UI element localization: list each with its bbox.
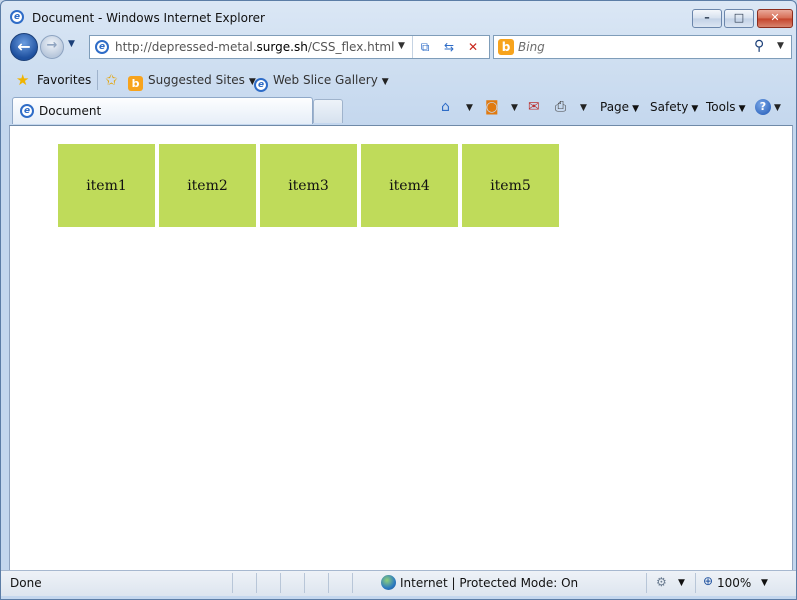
maximize-icon: □ bbox=[733, 11, 745, 24]
ie-logo-icon: e bbox=[10, 10, 24, 24]
protected-mode-icon[interactable]: ⚙ bbox=[656, 575, 667, 589]
address-dropdown-icon[interactable]: ▼ bbox=[398, 41, 405, 51]
internet-zone-icon bbox=[381, 575, 396, 590]
refresh-icon[interactable]: ⇆ bbox=[440, 39, 458, 55]
close-icon: ✕ bbox=[770, 11, 780, 24]
chevron-down-icon: ▼ bbox=[381, 77, 389, 87]
url-prefix: http://depressed-metal. bbox=[115, 40, 257, 54]
minimize-button[interactable]: – bbox=[692, 9, 722, 28]
zoom-level[interactable]: 100% bbox=[717, 576, 751, 590]
chevron-down-icon: ▼ bbox=[632, 104, 639, 114]
favorites-star-icon[interactable]: ★ bbox=[16, 71, 29, 89]
help-dropdown-icon[interactable]: ▼ bbox=[774, 103, 781, 113]
zoom-dropdown-icon[interactable]: ▼ bbox=[761, 578, 768, 588]
status-divider bbox=[232, 573, 233, 593]
suggested-sites-icon: b bbox=[128, 76, 143, 91]
search-magnifier-icon[interactable]: ⚲ bbox=[754, 38, 764, 54]
browser-window: e Document - Windows Internet Explorer –… bbox=[0, 0, 797, 600]
flex-item: item5 bbox=[462, 144, 559, 227]
status-divider bbox=[695, 573, 696, 593]
safety-menu-label: Safety bbox=[650, 100, 689, 114]
status-divider bbox=[304, 573, 305, 593]
stop-icon[interactable]: ✕ bbox=[464, 39, 482, 55]
status-divider bbox=[328, 573, 329, 593]
flex-item: item2 bbox=[159, 144, 256, 227]
back-arrow-icon: ← bbox=[17, 37, 31, 56]
url-domain: surge.sh bbox=[256, 40, 308, 54]
web-slice-gallery-button[interactable]: e Web Slice Gallery ▼ bbox=[254, 73, 389, 92]
search-options-dropdown-icon[interactable]: ▼ bbox=[777, 41, 784, 51]
print-dropdown-icon[interactable]: ▼ bbox=[580, 103, 587, 113]
back-button[interactable]: ← bbox=[10, 33, 38, 61]
safety-menu[interactable]: Safety ▼ bbox=[650, 100, 698, 114]
new-tab-button[interactable] bbox=[313, 99, 343, 123]
home-dropdown-icon[interactable]: ▼ bbox=[466, 103, 473, 113]
favorites-button[interactable]: Favorites bbox=[37, 73, 91, 87]
status-divider bbox=[256, 573, 257, 593]
web-slice-icon: e bbox=[254, 78, 268, 92]
compatibility-view-icon[interactable]: ⧉ bbox=[416, 39, 434, 55]
zoom-icon[interactable]: ⊕ bbox=[703, 574, 713, 588]
help-icon[interactable]: ? bbox=[755, 99, 771, 115]
add-to-favorites-bar-icon[interactable]: ✩ bbox=[105, 71, 118, 89]
suggested-sites-button[interactable]: b Suggested Sites ▼ bbox=[128, 73, 256, 91]
page-icon: e bbox=[95, 40, 109, 54]
tools-menu-label: Tools bbox=[706, 100, 736, 114]
page-menu[interactable]: Page ▼ bbox=[600, 100, 639, 114]
security-zone-text[interactable]: Internet | Protected Mode: On bbox=[400, 576, 578, 590]
flex-item: item1 bbox=[58, 144, 155, 227]
read-mail-icon[interactable]: ✉ bbox=[528, 99, 540, 115]
recent-pages-dropdown-icon[interactable]: ▼ bbox=[68, 39, 75, 49]
status-bar: Done Internet | Protected Mode: On ⚙ ▼ ⊕… bbox=[1, 570, 796, 596]
chevron-down-icon[interactable]: ▼ bbox=[678, 578, 685, 588]
title-bar: e Document - Windows Internet Explorer –… bbox=[1, 1, 796, 31]
address-url[interactable]: http://depressed-metal.surge.sh/CSS_flex… bbox=[115, 40, 394, 54]
favorites-bar: ★ Favorites ✩ b Suggested Sites ▼ e Web Sli… bbox=[1, 65, 796, 95]
status-text: Done bbox=[10, 576, 42, 590]
tools-menu[interactable]: Tools ▼ bbox=[706, 100, 745, 114]
tab-title: Document bbox=[39, 104, 102, 118]
tab-page-icon: e bbox=[20, 104, 34, 118]
status-divider bbox=[646, 573, 647, 593]
search-box[interactable]: b Bing ⚲ ▼ bbox=[493, 35, 792, 59]
forward-arrow-icon: → bbox=[46, 38, 58, 53]
chevron-down-icon: ▼ bbox=[738, 104, 746, 114]
window-title: Document - Windows Internet Explorer bbox=[32, 11, 265, 25]
page-menu-label: Page bbox=[600, 100, 630, 114]
bing-logo-icon: b bbox=[498, 39, 514, 55]
feeds-dropdown-icon[interactable]: ▼ bbox=[511, 103, 518, 113]
address-bar[interactable]: e http://depressed-metal.surge.sh/CSS_fl… bbox=[89, 35, 490, 59]
flex-item: item4 bbox=[361, 144, 458, 227]
flex-container: item1 item2 item3 item4 item5 bbox=[58, 144, 563, 227]
search-input[interactable]: Bing bbox=[518, 40, 545, 54]
page-content: item1 item2 item3 item4 item5 bbox=[9, 125, 793, 571]
suggested-sites-label: Suggested Sites bbox=[148, 73, 245, 87]
web-slice-gallery-label: Web Slice Gallery bbox=[273, 73, 378, 87]
close-button[interactable]: ✕ bbox=[757, 9, 793, 28]
favorites-divider bbox=[97, 70, 98, 90]
address-divider bbox=[412, 36, 413, 58]
status-divider bbox=[352, 573, 353, 593]
status-divider bbox=[280, 573, 281, 593]
flex-item: item3 bbox=[260, 144, 357, 227]
tab-document[interactable]: e Document bbox=[12, 97, 313, 124]
forward-button[interactable]: → bbox=[40, 35, 64, 59]
feeds-icon[interactable]: ◙ bbox=[485, 99, 499, 115]
url-path: /CSS_flex.html bbox=[307, 40, 395, 54]
home-icon[interactable]: ⌂ bbox=[441, 99, 450, 115]
minimize-icon: – bbox=[704, 11, 710, 24]
print-icon[interactable]: ⎙ bbox=[555, 99, 566, 115]
maximize-button[interactable]: □ bbox=[724, 9, 754, 28]
chevron-down-icon: ▼ bbox=[691, 104, 699, 114]
